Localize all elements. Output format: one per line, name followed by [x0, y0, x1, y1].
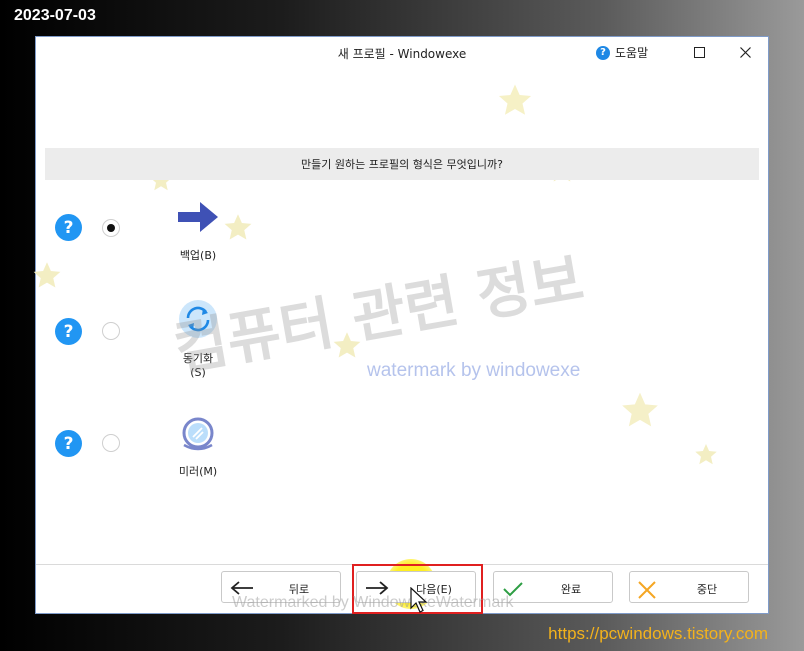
maximize-icon: [694, 47, 705, 58]
backup-radio[interactable]: [102, 219, 120, 237]
backup-label[interactable]: 백업(B): [176, 247, 220, 263]
help-icon: ?: [596, 45, 610, 60]
cancel-x-icon: [638, 581, 656, 599]
star-decoration: [622, 392, 658, 427]
star-decoration: [498, 84, 532, 115]
star-decoration: [224, 214, 252, 240]
star-decoration: [695, 444, 717, 465]
finish-label: 완료: [560, 583, 582, 596]
backup-help-icon[interactable]: ?: [55, 214, 82, 241]
arrow-left-icon: [230, 581, 253, 595]
close-icon: [740, 47, 751, 58]
site-url-watermark: https://pcwindows.tistory.com: [548, 624, 768, 643]
english-watermark: watermark by windowexe: [367, 360, 581, 381]
mirror-icon: [182, 417, 214, 451]
bottom-watermark: Watermarked by WindowexeWatermark: [232, 594, 514, 611]
sync-help-icon[interactable]: ?: [55, 318, 82, 345]
title-bar: 새 프로필 - Windowexe ? 도움말: [36, 37, 768, 69]
question-banner: 만들기 원하는 프로필의 형식은 무엇입니까?: [45, 148, 759, 180]
arrow-right-icon: [178, 202, 218, 232]
new-profile-window: 새 프로필 - Windowexe ? 도움말 만들기 원하는 프로필의 형식은…: [33, 36, 769, 614]
star-decoration: [33, 262, 61, 288]
help-label: 도움말: [615, 46, 649, 60]
maximize-button[interactable]: [678, 37, 722, 69]
mirror-help-icon[interactable]: ?: [55, 430, 82, 457]
window-title: 새 프로필 - Windowexe: [337, 47, 467, 61]
mouse-cursor-icon: [410, 587, 428, 613]
help-button[interactable]: ? 도움말: [596, 44, 648, 61]
close-button[interactable]: [724, 37, 768, 69]
cancel-button[interactable]: 중단: [629, 571, 749, 603]
mirror-label[interactable]: 미러(M): [176, 463, 220, 479]
sync-radio[interactable]: [102, 322, 120, 340]
cancel-label: 중단: [696, 583, 718, 596]
date-stamp: 2023-07-03: [14, 7, 96, 24]
mirror-radio[interactable]: [102, 434, 120, 452]
